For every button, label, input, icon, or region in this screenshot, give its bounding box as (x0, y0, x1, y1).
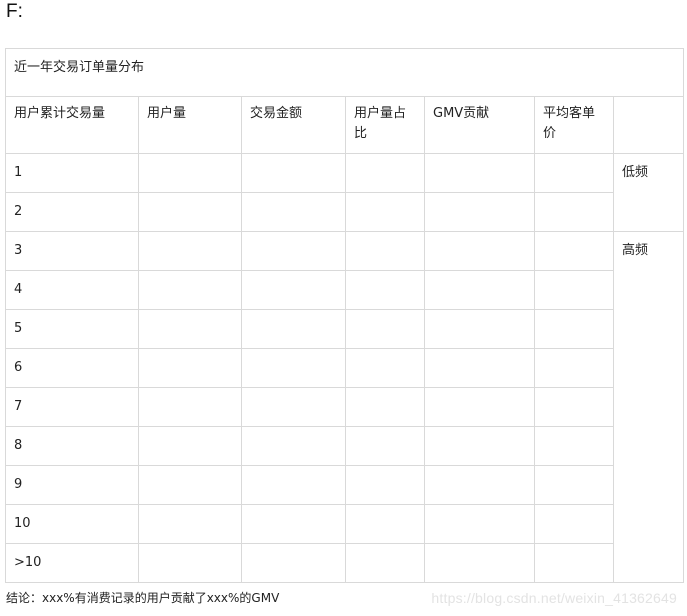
table-cell (534, 348, 614, 388)
table-cell (424, 231, 535, 271)
table-row: 10 (5, 504, 684, 544)
row-order-count: 9 (5, 465, 139, 505)
table-cell (138, 153, 242, 193)
table-cell (345, 504, 425, 544)
row-order-count: 8 (5, 426, 139, 466)
table-cell (241, 270, 346, 310)
table-cell (534, 192, 614, 232)
row-order-count: 2 (5, 192, 139, 232)
header-band (612, 96, 685, 154)
table-cell (534, 270, 614, 310)
row-order-count: 5 (5, 309, 139, 349)
header-user-share: 用户量占比 (345, 96, 425, 154)
table-cell (424, 426, 535, 466)
table-cell (424, 387, 535, 427)
table-cell (138, 231, 242, 271)
table-cell (345, 348, 425, 388)
table-cell (345, 426, 425, 466)
table-cell (241, 387, 346, 427)
table-row: 4 (5, 270, 684, 310)
table-cell (345, 465, 425, 505)
row-order-count: 6 (5, 348, 139, 388)
table-cell (424, 270, 535, 310)
table-cell (138, 426, 242, 466)
section-heading: F: (6, 1, 23, 22)
table-cell (138, 543, 242, 583)
table-cell (534, 426, 614, 466)
table-cell (138, 465, 242, 505)
conclusion-text: 结论：xxx%有消费记录的用户贡献了xxx%的GMV (6, 591, 280, 605)
row-order-count: >10 (5, 543, 139, 583)
table-cell (534, 543, 614, 583)
table-cell (345, 270, 425, 310)
table-cell (345, 153, 425, 193)
table-row: >10 (5, 543, 684, 583)
table-cell (241, 231, 346, 271)
table-cell (345, 192, 425, 232)
table-cell (241, 504, 346, 544)
table-row: 2 (5, 192, 684, 232)
band-high-frequency: 高频 (612, 231, 685, 583)
table-cell (138, 504, 242, 544)
table-cell (138, 348, 242, 388)
table-cell (424, 309, 535, 349)
header-cumulative-orders: 用户累计交易量 (5, 96, 139, 154)
table-cell (424, 153, 535, 193)
table-cell (138, 270, 242, 310)
row-order-count: 10 (5, 504, 139, 544)
table-row: 3 高频 (5, 231, 685, 583)
table-cell (534, 504, 614, 544)
table-caption: 近一年交易订单量分布 (4, 48, 685, 97)
row-order-count: 4 (5, 270, 139, 310)
table-row: 1 低频 (5, 153, 685, 232)
table-cell (424, 465, 535, 505)
header-avg-order-value: 平均客单价 (534, 96, 614, 154)
table-cell (241, 309, 346, 349)
table-cell (424, 192, 535, 232)
table-row: 8 (5, 426, 684, 466)
table-cell (424, 504, 535, 544)
table-cell (345, 309, 425, 349)
table-row: 9 (5, 465, 684, 505)
table-cell (345, 543, 425, 583)
table-header-row: 用户累计交易量 用户量 交易金额 用户量占比 GMV贡献 平均客单价 (5, 96, 685, 154)
row-order-count: 3 (5, 231, 139, 271)
table-cell (138, 192, 242, 232)
table-cell (534, 309, 614, 349)
table-cell (424, 543, 535, 583)
band-low-frequency: 低频 (612, 153, 685, 232)
table-cell (241, 465, 346, 505)
table-cell (534, 387, 614, 427)
header-gmv-contribution: GMV贡献 (424, 96, 535, 154)
table-cell (241, 426, 346, 466)
table-cell (424, 348, 535, 388)
table-cell (138, 309, 242, 349)
table-cell (345, 231, 425, 271)
table-cell (534, 231, 614, 271)
header-transaction-amount: 交易金额 (241, 96, 346, 154)
row-order-count: 1 (5, 153, 139, 193)
table-cell (534, 153, 614, 193)
watermark-text: https://blog.csdn.net/weixin_41362649 (431, 590, 677, 606)
table-cell (534, 465, 614, 505)
table-row: 5 (5, 309, 684, 349)
table-caption-row: 近一年交易订单量分布 (4, 48, 685, 97)
table-cell (345, 387, 425, 427)
table-cell (241, 543, 346, 583)
row-order-count: 7 (5, 387, 139, 427)
table-cell (241, 153, 346, 193)
order-distribution-table: 近一年交易订单量分布 用户累计交易量 用户量 交易金额 用户量占比 GMV贡献 … (4, 48, 685, 583)
table-cell (241, 192, 346, 232)
table-cell (138, 387, 242, 427)
header-user-count: 用户量 (138, 96, 242, 154)
table-row: 6 (5, 348, 684, 388)
table-cell (241, 348, 346, 388)
table-row: 7 (5, 387, 684, 427)
